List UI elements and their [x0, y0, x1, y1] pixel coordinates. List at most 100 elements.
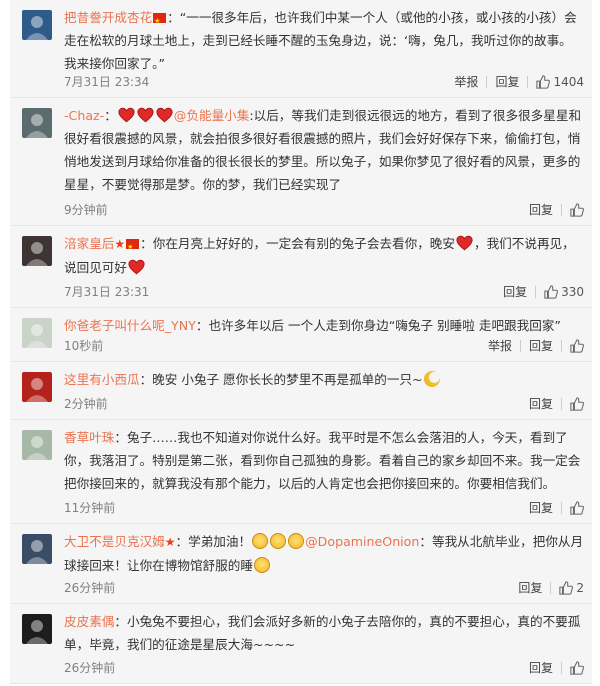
mention-link[interactable]: @负能量小集	[174, 108, 250, 123]
comment-text: ：小兔兔不要担心，我们会派好多新的小兔子去陪你的，真的不要担心，真的不要孤单，毕…	[64, 614, 580, 652]
report-button[interactable]: 举报	[488, 337, 512, 354]
comment-body: 你爸老子叫什么呢_YNY：也许多年以后 一个人走到你身边“嗨兔子 别睡啦 走吧跟…	[64, 314, 584, 337]
thumbs-up-icon	[570, 660, 584, 675]
reply-button[interactable]: 回复	[529, 201, 553, 218]
thumbs-up-icon	[559, 580, 574, 595]
comment-meta: 26分钟前 回复	[64, 659, 584, 677]
china-flag-icon	[126, 236, 140, 259]
like-button[interactable]	[570, 338, 584, 353]
comment-text-segment: ：也许多年以后 一个人走到你身边“嗨兔子 别睡啦 走吧跟我回家”	[195, 318, 561, 333]
reply-button[interactable]: 回复	[495, 73, 519, 90]
like-button[interactable]: 2	[559, 581, 584, 595]
thumbs-up-icon	[570, 338, 584, 353]
comment-time: 9分钟前	[64, 203, 108, 217]
comment-actions: 举报 回复 1404	[454, 73, 584, 90]
commenter-name[interactable]: 你爸老子叫什么呢_YNY	[64, 318, 196, 333]
avatar-image	[22, 10, 52, 40]
divider	[519, 339, 521, 352]
avatar[interactable]	[22, 534, 52, 564]
like-button[interactable]	[570, 202, 584, 217]
avatar[interactable]	[22, 318, 52, 348]
commenter-name[interactable]: 这里有小西瓜	[64, 372, 140, 387]
heart-emoji-icon	[128, 259, 145, 275]
comment-item: -Chaz-： @负能量小集:以后，等我们走到很远很远的地方，看到了很多很多星星和…	[10, 98, 592, 226]
comment-body: 涪家皇后★：你在月亮上好好的，一定会有别的兔子会去看你，晚安，我们不说再见，说回…	[64, 232, 584, 279]
moon-emoji-icon	[423, 371, 440, 387]
comment-text: ：兔子……我也不知道对你说什么好。我平时是不怎么会落泪的人，今天，看到了你，我落…	[64, 430, 580, 491]
comment-meta: 7月31日 23:31 回复 330	[64, 283, 584, 301]
comment-time: 7月31日 23:31	[64, 285, 150, 299]
avatar-image	[22, 236, 52, 266]
comment-item: 涪家皇后★：你在月亮上好好的，一定会有别的兔子会去看你，晚安，我们不说再见，说回…	[10, 226, 592, 308]
comment-text: ：晚安 小兔子 愿你长长的梦里不再是孤单的一只~	[140, 371, 441, 387]
comment-actions: 回复	[529, 499, 584, 516]
thumbs-up-icon	[570, 500, 584, 515]
reply-button[interactable]: 回复	[529, 395, 553, 412]
heart-emoji-icon	[118, 107, 135, 123]
comment-actions: 回复	[529, 659, 584, 676]
comment-text: ：你在月亮上好好的，一定会有别的兔子会去看你，晚安 ，我们不说再见，说回见可好	[64, 235, 575, 275]
like-button[interactable]	[570, 396, 584, 411]
divider	[561, 661, 562, 674]
avatar[interactable]	[22, 430, 52, 460]
china-flag-icon	[153, 10, 167, 33]
comment-time: 10秒前	[64, 339, 104, 353]
thumbs-up-icon	[570, 202, 584, 217]
vip-star-icon: ★	[114, 237, 126, 251]
avatar-image	[22, 534, 52, 564]
comment-body: 这里有小西瓜：晚安 小兔子 愿你长长的梦里不再是孤单的一只~	[64, 368, 584, 391]
avatar-image	[22, 614, 52, 644]
reply-button[interactable]: 回复	[529, 659, 553, 676]
commenter-name[interactable]: 把昔誊开成杏花	[64, 10, 152, 25]
divider	[527, 75, 529, 88]
comment-actions: 回复 330	[503, 283, 584, 300]
like-button[interactable]	[570, 500, 584, 515]
reply-button[interactable]: 回复	[503, 283, 527, 300]
comment-actions: 举报 回复	[488, 337, 584, 354]
avatar[interactable]	[22, 236, 52, 266]
divider	[561, 339, 562, 352]
like-button[interactable]: 330	[544, 285, 584, 299]
comment-item: 大卫不是贝克汉姆★：学弟加油！ @DopamineOnion：等我从北航毕业，把你…	[10, 524, 592, 604]
comment-time: 26分钟前	[64, 581, 116, 595]
thumbs-up-icon	[536, 74, 551, 89]
report-button[interactable]: 举报	[454, 73, 478, 90]
commenter-name[interactable]: 香草叶珠	[64, 430, 114, 445]
like-button[interactable]	[570, 660, 584, 675]
reply-button[interactable]: 回复	[529, 499, 553, 516]
avatar[interactable]	[22, 108, 52, 138]
comment-item: 这里有小西瓜：晚安 小兔子 愿你长长的梦里不再是孤单的一只~ 2分钟前 回复	[10, 362, 592, 420]
reply-button[interactable]: 回复	[518, 579, 542, 596]
face-emoji-icon	[253, 557, 270, 573]
reply-button[interactable]: 回复	[529, 337, 553, 354]
thumbs-up-icon	[570, 396, 584, 411]
divider	[550, 581, 552, 594]
commenter-name[interactable]: 涪家皇后	[64, 236, 114, 251]
comment-meta: 11分钟前 回复	[64, 499, 584, 517]
avatar[interactable]	[22, 10, 52, 40]
commenter-name[interactable]: 皮皮素偶	[64, 614, 114, 629]
comment-body: 把昔誊开成杏花：“一一很多年后，也许我们中某一个人（或他的小孩，或小孩的小孩）会…	[64, 6, 584, 75]
avatar-image	[22, 430, 52, 460]
comment-actions: 回复	[529, 201, 584, 218]
comment-time: 11分钟前	[64, 501, 116, 515]
heart-emoji-icon	[137, 107, 154, 123]
commenter-name[interactable]: -Chaz-	[64, 108, 104, 123]
like-button[interactable]: 1404	[536, 75, 584, 89]
divider	[561, 397, 562, 410]
comment-item: 你爸老子叫什么呢_YNY：也许多年以后 一个人走到你身边“嗨兔子 别睡啦 走吧跟…	[10, 308, 592, 362]
avatar[interactable]	[22, 614, 52, 644]
like-count: 330	[561, 284, 584, 299]
divider	[486, 75, 488, 88]
avatar[interactable]	[22, 372, 52, 402]
comment-body: 皮皮素偶：小兔兔不要担心，我们会派好多新的小兔子去陪你的，真的不要担心，真的不要…	[64, 610, 584, 656]
mention-link[interactable]: @DopamineOnion	[305, 534, 419, 549]
comment-body: 香草叶珠：兔子……我也不知道对你说什么好。我平时是不怎么会落泪的人，今天，看到了…	[64, 426, 584, 495]
comment-meta: 10秒前 举报 回复	[64, 337, 584, 355]
comment-meta: 7月31日 23:34 举报 回复 1404	[64, 73, 584, 91]
like-count: 1404	[553, 74, 584, 89]
comment-item: 皮皮素偶：小兔兔不要担心，我们会派好多新的小兔子去陪你的，真的不要担心，真的不要…	[10, 604, 592, 684]
comment-text-segment: ：你在月亮上好好的，一定会有别的兔子会去看你，晚安	[140, 236, 455, 251]
divider	[535, 285, 537, 298]
commenter-name[interactable]: 大卫不是贝克汉姆	[64, 534, 165, 549]
